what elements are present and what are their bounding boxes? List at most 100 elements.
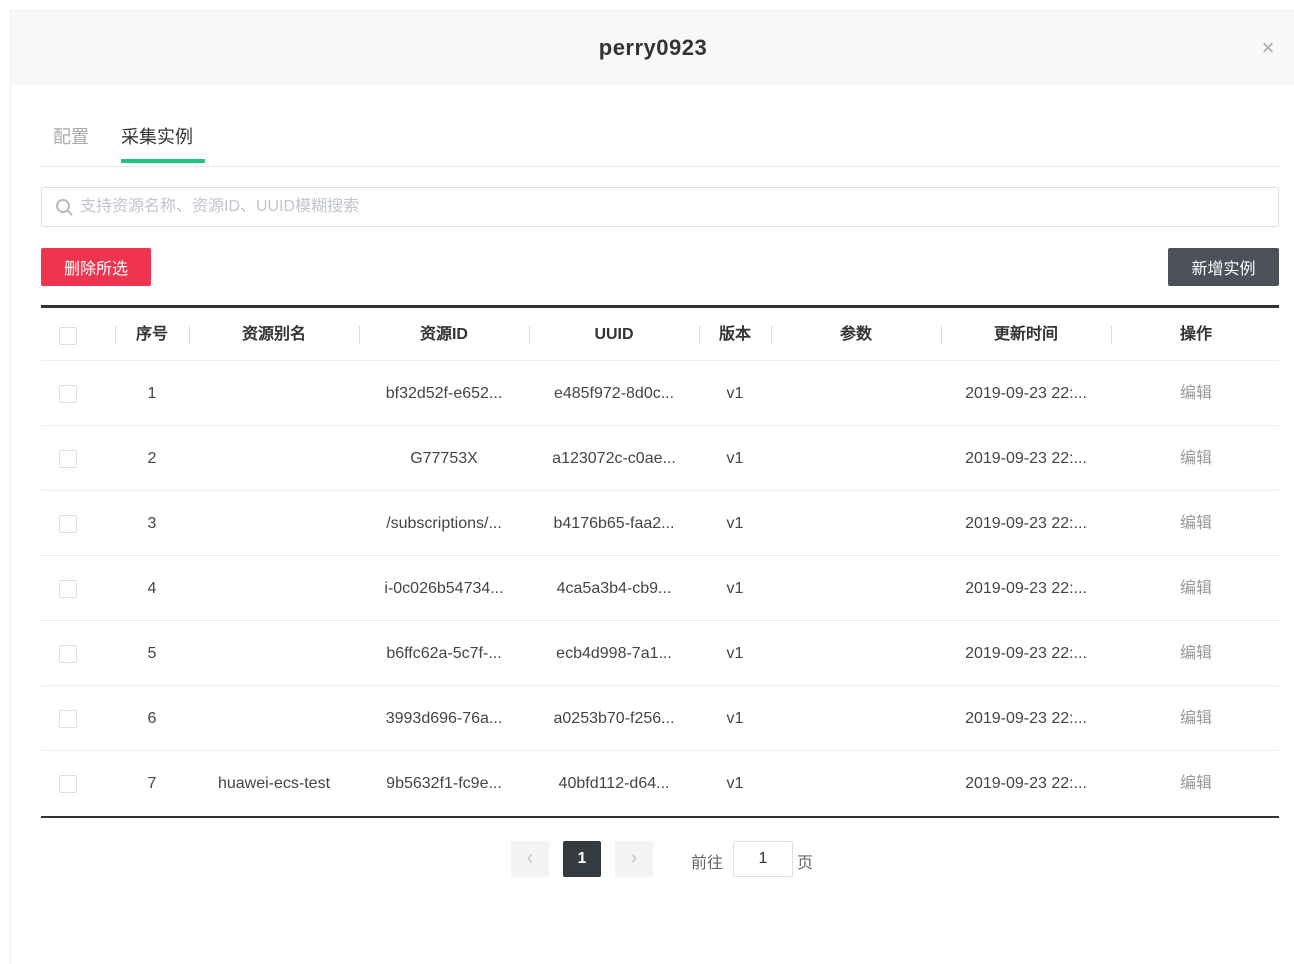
edit-link[interactable]: 编辑: [1111, 686, 1281, 751]
cell-updated: 2019-09-23 22:...: [965, 515, 1087, 532]
row-checkbox[interactable]: [59, 775, 77, 793]
active-tab-indicator: [121, 159, 205, 163]
cell-index: 7: [147, 775, 157, 792]
edit-link[interactable]: 编辑: [1111, 556, 1281, 621]
instance-modal: perry0923 × 配置 采集实例 删除所选 新增实例 序号 资源别名 资源…: [10, 10, 1294, 964]
cell-uuid: a0253b70-f256...: [553, 710, 675, 727]
cell-uuid: b4176b65-faa2...: [553, 515, 675, 532]
cell-version: v1: [726, 645, 744, 662]
cell-resource-id: 9b5632f1-fc9e...: [386, 775, 502, 792]
cell-version: v1: [726, 775, 744, 792]
cell-updated: 2019-09-23 22:...: [965, 580, 1087, 597]
cell-params: [771, 621, 941, 686]
table-row: 6 3993d696-76a... a0253b70-f256... v1 20…: [41, 686, 1279, 751]
search-icon: [56, 199, 70, 213]
tab-config[interactable]: 配置: [53, 123, 89, 149]
edit-link[interactable]: 编辑: [1111, 361, 1281, 426]
cell-alias: [189, 556, 359, 621]
row-checkbox[interactable]: [59, 515, 77, 533]
cell-params: [771, 491, 941, 556]
cell-version: v1: [726, 580, 744, 597]
column-header-alias: 资源别名: [241, 326, 306, 343]
cell-resource-id: i-0c026b54734...: [384, 580, 504, 597]
cell-uuid: e485f972-8d0c...: [553, 385, 675, 402]
cell-uuid: a123072c-c0ae...: [552, 450, 676, 467]
cell-resource-id: 3993d696-76a...: [385, 710, 503, 727]
cell-params: [771, 751, 941, 816]
table-row: 5 b6ffc62a-5c7f-... ecb4d998-7a1... v1 2…: [41, 621, 1279, 686]
edit-link[interactable]: 编辑: [1111, 426, 1281, 491]
cell-updated: 2019-09-23 22:...: [965, 645, 1087, 662]
edit-link[interactable]: 编辑: [1111, 621, 1281, 686]
column-header-uuid: UUID: [594, 326, 634, 343]
cell-params: [771, 686, 941, 751]
cell-version: v1: [726, 450, 744, 467]
cell-index: 4: [147, 580, 157, 597]
prev-page-button[interactable]: ‹: [511, 841, 549, 877]
table-row: 7 huawei-ecs-test 9b5632f1-fc9e... 40bfd…: [41, 751, 1279, 816]
row-checkbox[interactable]: [59, 580, 77, 598]
column-header-params: 参数: [839, 326, 872, 343]
column-header-action: 操作: [1179, 326, 1212, 343]
next-page-button[interactable]: ›: [615, 841, 653, 877]
cell-alias: [189, 686, 359, 751]
table-row: 2 G77753X a123072c-c0ae... v1 2019-09-23…: [41, 426, 1279, 491]
add-instance-button[interactable]: 新增实例: [1168, 248, 1279, 286]
table-row: 1 bf32d52f-e652... e485f972-8d0c... v1 2…: [41, 361, 1279, 426]
page-number-current[interactable]: 1: [563, 841, 601, 877]
cell-params: [771, 556, 941, 621]
column-header-index: 序号: [135, 326, 168, 343]
cell-index: 6: [147, 710, 157, 727]
cell-alias: [189, 361, 359, 426]
modal-title: perry0923: [598, 35, 708, 60]
search-input[interactable]: [80, 188, 1260, 226]
edit-link[interactable]: 编辑: [1111, 751, 1281, 816]
modal-header: perry0923 ×: [11, 11, 1294, 85]
row-checkbox[interactable]: [59, 710, 77, 728]
select-all-checkbox[interactable]: [59, 327, 77, 345]
cell-index: 3: [147, 515, 157, 532]
cell-updated: 2019-09-23 22:...: [965, 775, 1087, 792]
pagination: ‹ 1 › 前往 页: [11, 841, 1294, 881]
cell-updated: 2019-09-23 22:...: [965, 710, 1087, 727]
search-box: [41, 187, 1279, 227]
cell-uuid: 40bfd112-d64...: [558, 775, 670, 792]
tab-bar: 配置 采集实例: [41, 111, 1279, 167]
cell-resource-id: G77753X: [410, 450, 478, 467]
column-header-resource-id: 资源ID: [419, 326, 468, 343]
cell-alias: huawei-ecs-test: [217, 775, 331, 792]
table-row: 4 i-0c026b54734... 4ca5a3b4-cb9... v1 20…: [41, 556, 1279, 621]
cell-index: 2: [147, 450, 157, 467]
cell-resource-id: /subscriptions/...: [386, 515, 502, 532]
cell-alias: [189, 426, 359, 491]
delete-selected-button[interactable]: 删除所选: [41, 248, 151, 286]
cell-uuid: ecb4d998-7a1...: [556, 645, 672, 662]
cell-uuid: 4ca5a3b4-cb9...: [556, 580, 672, 597]
cell-index: 5: [147, 645, 157, 662]
table-row: 3 /subscriptions/... b4176b65-faa2... v1…: [41, 491, 1279, 556]
row-checkbox[interactable]: [59, 645, 77, 663]
edit-link[interactable]: 编辑: [1111, 491, 1281, 556]
cell-updated: 2019-09-23 22:...: [965, 385, 1087, 402]
cell-params: [771, 426, 941, 491]
cell-version: v1: [726, 515, 744, 532]
column-header-version: 版本: [718, 326, 751, 343]
page-suffix-label: 页: [797, 855, 814, 872]
cell-alias: [189, 491, 359, 556]
table-header: 序号 资源别名 资源ID UUID 版本 参数 更新时间 操作: [41, 308, 1279, 361]
close-icon[interactable]: ×: [1257, 37, 1279, 59]
cell-resource-id: b6ffc62a-5c7f-...: [386, 645, 502, 662]
cell-resource-id: bf32d52f-e652...: [385, 385, 503, 402]
instance-table: 序号 资源别名 资源ID UUID 版本 参数 更新时间 操作 1 bf32d5…: [41, 305, 1279, 818]
cell-updated: 2019-09-23 22:...: [965, 450, 1087, 467]
column-header-updated: 更新时间: [993, 326, 1058, 343]
goto-label: 前往: [691, 855, 724, 872]
row-checkbox[interactable]: [59, 385, 77, 403]
cell-alias: [189, 621, 359, 686]
cell-index: 1: [147, 385, 157, 402]
cell-params: [771, 361, 941, 426]
cell-version: v1: [726, 710, 744, 727]
row-checkbox[interactable]: [59, 450, 77, 468]
tab-collect-instances[interactable]: 采集实例: [121, 123, 193, 149]
goto-page-input[interactable]: [733, 841, 793, 877]
